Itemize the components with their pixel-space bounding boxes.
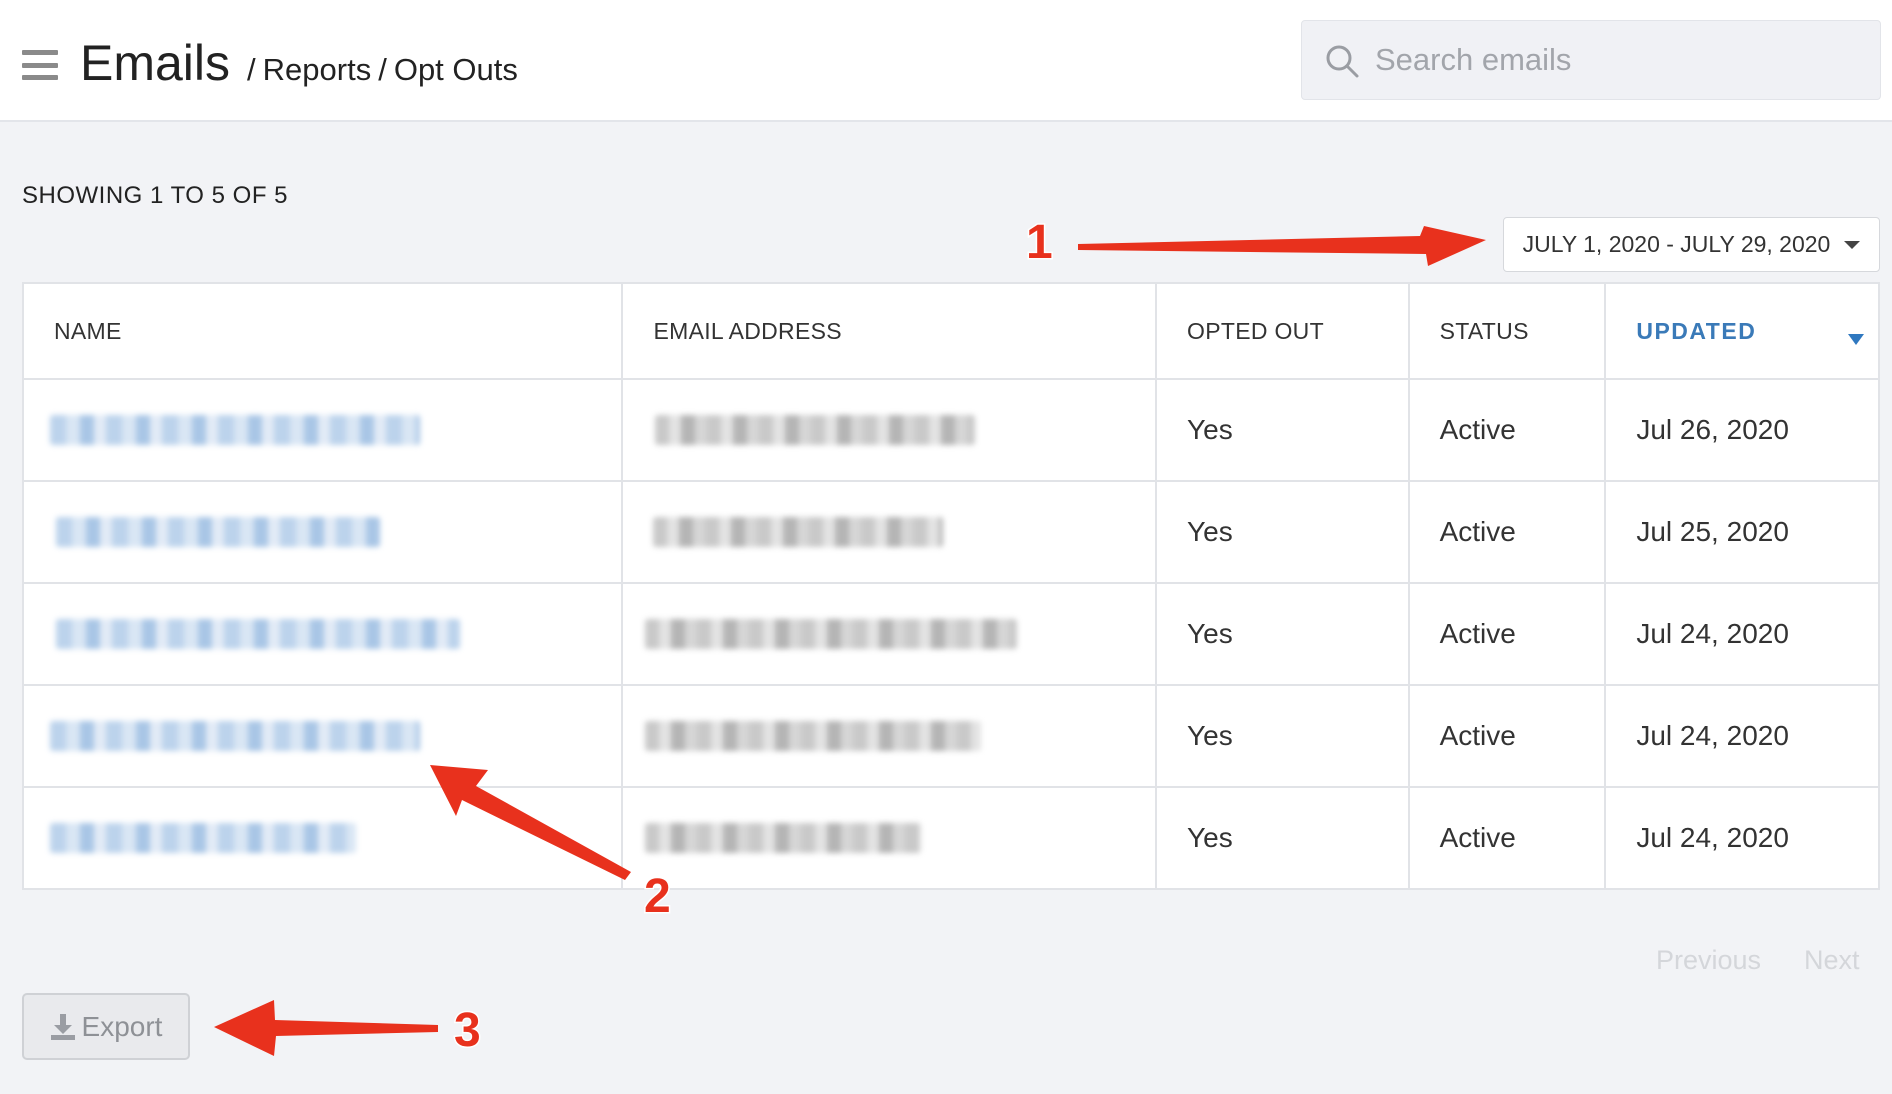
name-cell[interactable] <box>21 684 624 788</box>
status-cell: Active <box>1407 786 1607 890</box>
opted-out-cell: Yes <box>1155 378 1410 482</box>
name-cell[interactable] <box>21 378 624 482</box>
date-range-dropdown[interactable]: JULY 1, 2020 - JULY 29, 2020 <box>1503 217 1880 272</box>
email-cell <box>621 786 1158 890</box>
opted-out-cell: Yes <box>1155 582 1410 686</box>
email-cell <box>621 684 1158 788</box>
redacted-email <box>645 619 1018 649</box>
column-header-status[interactable]: STATUS <box>1407 282 1607 380</box>
breadcrumb: / Reports / Opt Outs <box>240 52 518 88</box>
table-row: Yes Active Jul 24, 2020 <box>21 786 1880 890</box>
search-icon <box>1326 45 1359 78</box>
hamburger-menu-icon[interactable] <box>22 50 58 80</box>
column-header-email[interactable]: EMAIL ADDRESS <box>621 282 1158 380</box>
annotation-number-3: 3 <box>454 1004 481 1057</box>
opted-out-cell: Yes <box>1155 480 1410 584</box>
annotation-arrow-3 <box>214 1000 438 1056</box>
status-cell: Active <box>1407 378 1607 482</box>
breadcrumb-separator: / <box>247 52 256 87</box>
table-row: Yes Active Jul 24, 2020 <box>21 684 1880 788</box>
redacted-name-link[interactable] <box>56 517 380 547</box>
search-box[interactable] <box>1301 20 1881 100</box>
table-row: Yes Active Jul 25, 2020 <box>21 480 1880 584</box>
opt-outs-table: NAME EMAIL ADDRESS OPTED OUT STATUS UPDA… <box>21 282 1880 890</box>
annotation-number-1: 1 <box>1026 216 1053 269</box>
opted-out-cell: Yes <box>1155 684 1410 788</box>
updated-cell: Jul 25, 2020 <box>1604 480 1880 584</box>
breadcrumb-separator: / <box>378 52 387 87</box>
column-header-name[interactable]: NAME <box>21 282 624 380</box>
redacted-name-link[interactable] <box>50 823 356 853</box>
opted-out-cell: Yes <box>1155 786 1410 890</box>
status-cell: Active <box>1407 480 1607 584</box>
export-button[interactable]: Export <box>22 993 190 1060</box>
page-header: Emails / Reports / Opt Outs <box>80 34 518 92</box>
updated-cell: Jul 24, 2020 <box>1604 786 1880 890</box>
redacted-name-link[interactable] <box>50 721 420 751</box>
breadcrumb-reports[interactable]: Reports <box>263 52 372 87</box>
top-bar: Emails / Reports / Opt Outs <box>0 0 1892 122</box>
annotation-arrow-1 <box>1078 226 1486 266</box>
status-cell: Active <box>1407 582 1607 686</box>
redacted-email <box>645 721 982 751</box>
sort-desc-icon <box>1848 334 1864 345</box>
redacted-name-link[interactable] <box>50 415 420 445</box>
updated-cell: Jul 24, 2020 <box>1604 582 1880 686</box>
updated-cell: Jul 24, 2020 <box>1604 684 1880 788</box>
column-header-updated[interactable]: UPDATED <box>1604 282 1880 380</box>
name-cell[interactable] <box>21 786 624 890</box>
redacted-email <box>645 823 922 853</box>
updated-cell: Jul 26, 2020 <box>1604 378 1880 482</box>
status-cell: Active <box>1407 684 1607 788</box>
name-cell[interactable] <box>21 582 624 686</box>
column-header-updated-label: UPDATED <box>1636 317 1757 344</box>
table-header-row: NAME EMAIL ADDRESS OPTED OUT STATUS UPDA… <box>21 282 1880 380</box>
page-title: Emails <box>80 35 231 91</box>
search-input[interactable] <box>1375 21 1865 99</box>
redacted-name-link[interactable] <box>56 619 460 649</box>
export-label: Export <box>81 1010 163 1042</box>
redacted-email <box>653 517 944 547</box>
email-cell <box>621 582 1158 686</box>
email-cell <box>621 480 1158 584</box>
date-range-label: JULY 1, 2020 - JULY 29, 2020 <box>1522 231 1831 257</box>
email-cell <box>621 378 1158 482</box>
previous-page-link[interactable]: Previous <box>1656 945 1761 976</box>
name-cell[interactable] <box>21 480 624 584</box>
table-row: Yes Active Jul 26, 2020 <box>21 378 1880 482</box>
breadcrumb-opt-outs: Opt Outs <box>393 52 518 87</box>
column-header-opted-out[interactable]: OPTED OUT <box>1155 282 1410 380</box>
table-row: Yes Active Jul 24, 2020 <box>21 582 1880 686</box>
next-page-link[interactable]: Next <box>1804 945 1860 976</box>
caret-down-icon <box>1844 240 1861 249</box>
download-icon <box>50 1013 75 1040</box>
redacted-email <box>655 415 976 445</box>
results-count: SHOWING 1 TO 5 OF 5 <box>22 182 288 209</box>
